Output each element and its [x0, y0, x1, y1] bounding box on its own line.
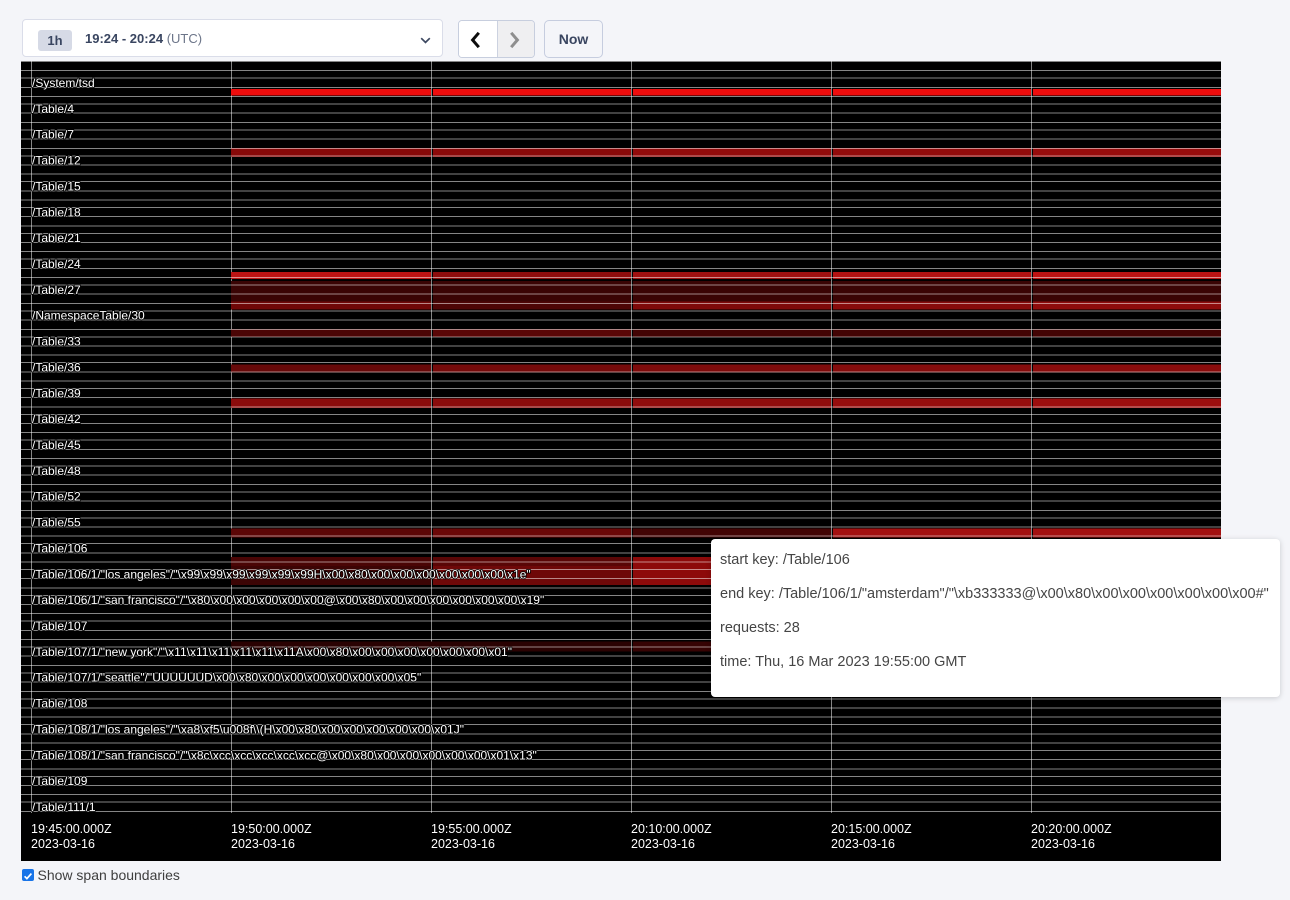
svg-text:20:20:00.000Z: 20:20:00.000Z [1031, 822, 1112, 836]
svg-text:/Table/27: /Table/27 [32, 283, 81, 297]
svg-text:19:50:00.000Z: 19:50:00.000Z [231, 822, 312, 836]
svg-text:19:45:00.000Z: 19:45:00.000Z [31, 822, 112, 836]
svg-text:/Table/24: /Table/24 [32, 257, 81, 271]
svg-text:2023-03-16: 2023-03-16 [831, 837, 895, 851]
svg-text:/Table/4: /Table/4 [32, 102, 74, 116]
svg-text:/Table/108/1/"san francisco"/": /Table/108/1/"san francisco"/"\x8c\xcc\x… [32, 748, 537, 762]
svg-text:/Table/107/1/"seattle"/"UUUUUU: /Table/107/1/"seattle"/"UUUUUUD\x00\x80\… [32, 671, 421, 685]
svg-text:/Table/111/1: /Table/111/1 [32, 800, 96, 814]
svg-text:/System/tsd: /System/tsd [32, 76, 95, 90]
svg-text:20:15:00.000Z: 20:15:00.000Z [831, 822, 912, 836]
svg-text:/Table/7: /Table/7 [32, 128, 74, 142]
svg-text:/Table/109: /Table/109 [32, 774, 88, 788]
svg-text:/Table/33: /Table/33 [32, 335, 81, 349]
svg-text:/Table/45: /Table/45 [32, 438, 81, 452]
svg-text:/Table/48: /Table/48 [32, 464, 81, 478]
svg-text:/Table/18: /Table/18 [32, 205, 81, 219]
svg-text:/Table/52: /Table/52 [32, 490, 81, 504]
svg-text:/Table/107: /Table/107 [32, 619, 88, 633]
svg-text:/Table/39: /Table/39 [32, 386, 81, 400]
svg-text:/Table/107/1/"new york"/"\x11\: /Table/107/1/"new york"/"\x11\x11\x11\x1… [32, 645, 512, 659]
svg-text:/Table/42: /Table/42 [32, 412, 81, 426]
svg-text:2023-03-16: 2023-03-16 [1031, 837, 1095, 851]
svg-text:2023-03-16: 2023-03-16 [631, 837, 695, 851]
svg-text:/Table/21: /Table/21 [32, 231, 81, 245]
svg-text:/Table/15: /Table/15 [32, 179, 81, 193]
svg-text:/Table/106/1/"san francisco"/": /Table/106/1/"san francisco"/"\x80\x00\x… [32, 593, 544, 607]
svg-text:/Table/108: /Table/108 [32, 697, 88, 711]
svg-text:20:10:00.000Z: 20:10:00.000Z [631, 822, 712, 836]
svg-text:/Table/108/1/"los angeles"/"\x: /Table/108/1/"los angeles"/"\xa8\xf5\u00… [32, 722, 464, 736]
svg-text:19:55:00.000Z: 19:55:00.000Z [431, 822, 512, 836]
svg-text:/Table/36: /Table/36 [32, 360, 81, 374]
svg-text:/Table/55: /Table/55 [32, 516, 81, 530]
svg-text:2023-03-16: 2023-03-16 [431, 837, 495, 851]
svg-text:/Table/106: /Table/106 [32, 541, 88, 555]
svg-text:/Table/106/1/"los angeles"/"\x: /Table/106/1/"los angeles"/"\x99\x99\x99… [32, 567, 531, 581]
svg-text:2023-03-16: 2023-03-16 [31, 837, 95, 851]
svg-text:2023-03-16: 2023-03-16 [231, 837, 295, 851]
svg-text:/NamespaceTable/30: /NamespaceTable/30 [32, 309, 145, 323]
svg-text:/Table/12: /Table/12 [32, 154, 81, 168]
